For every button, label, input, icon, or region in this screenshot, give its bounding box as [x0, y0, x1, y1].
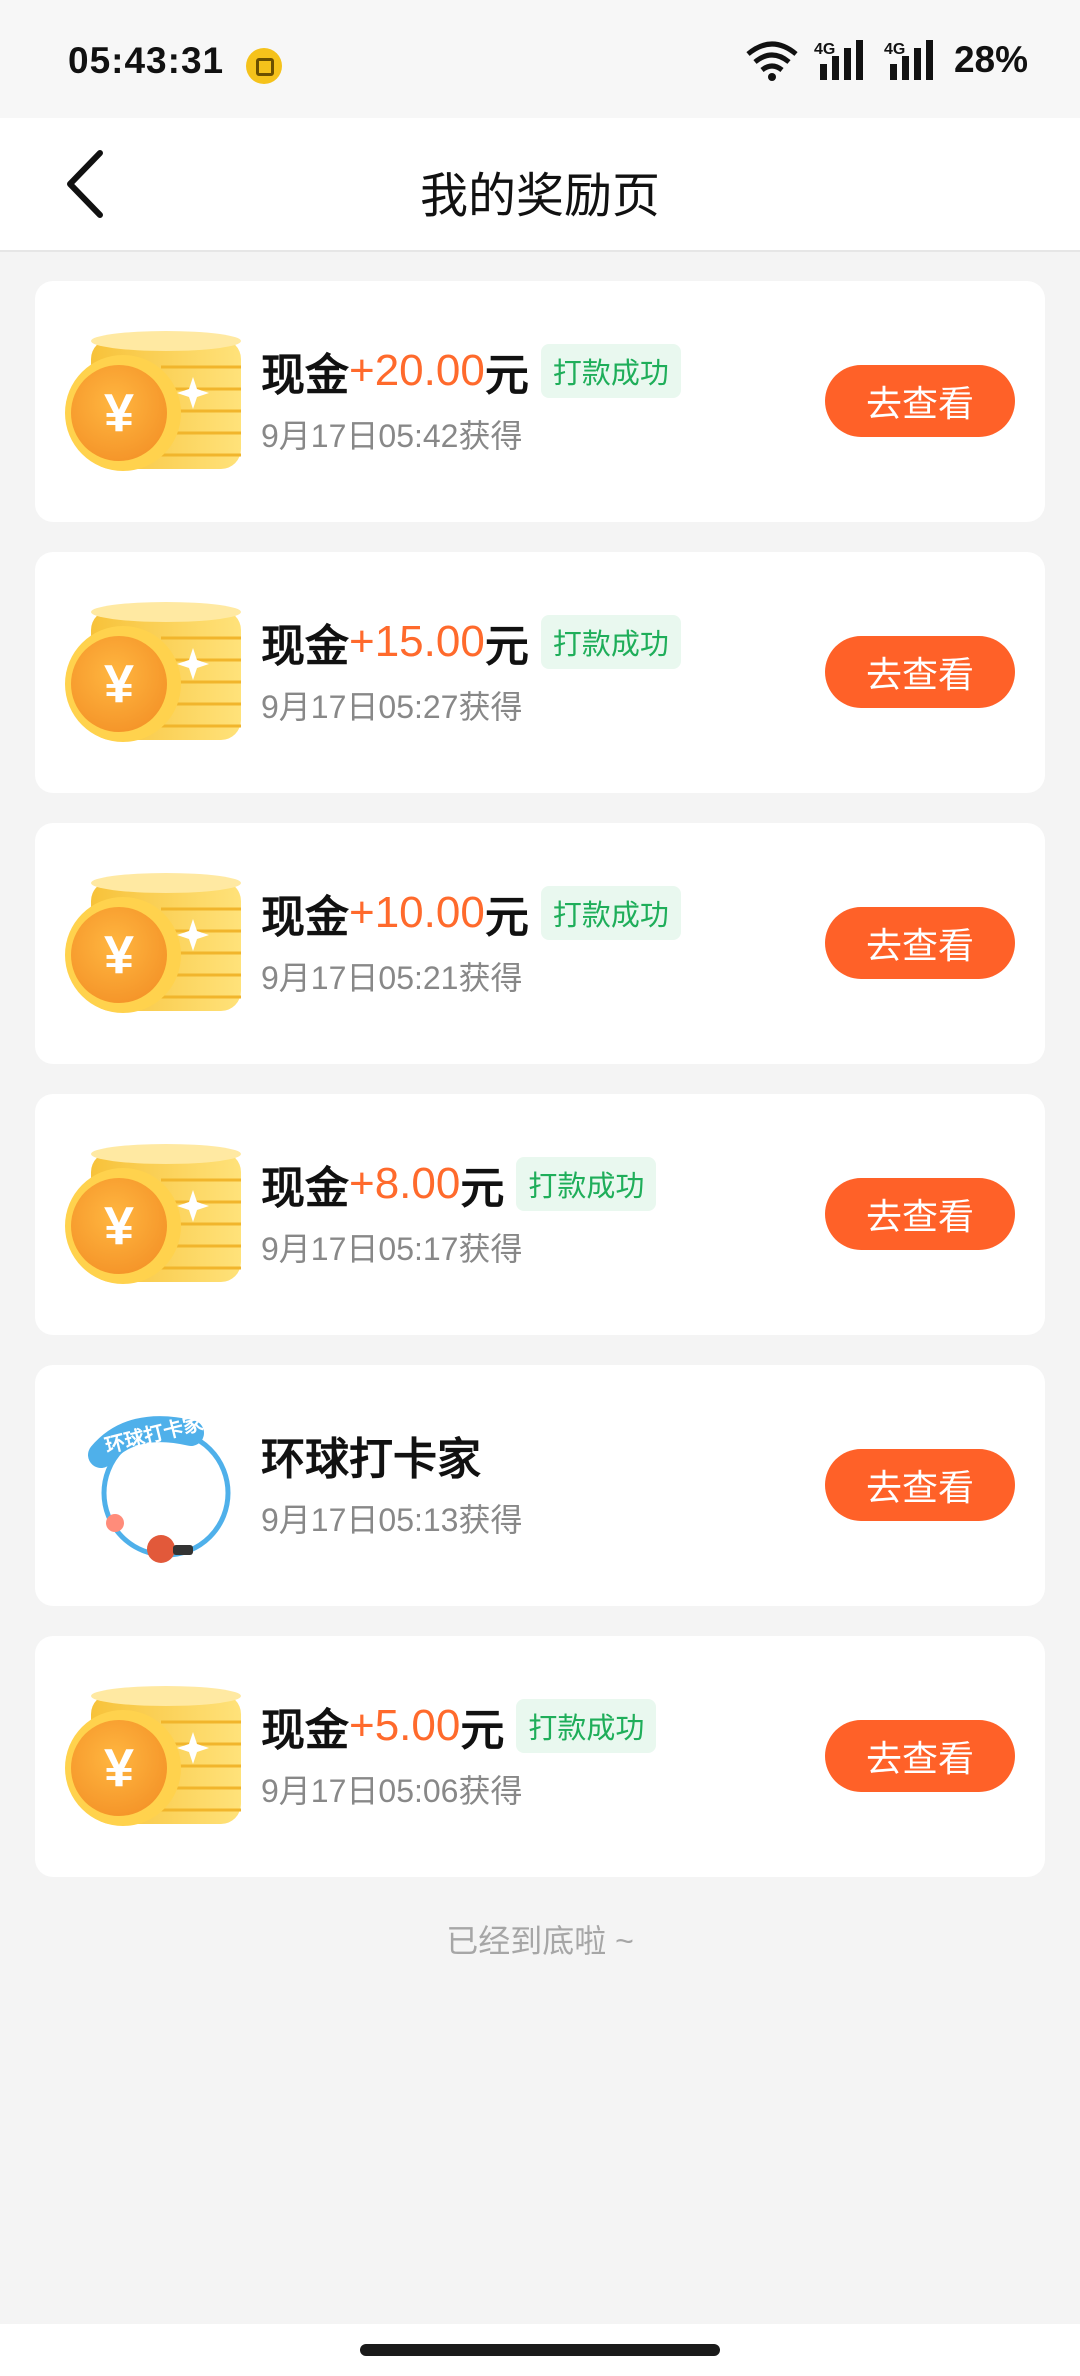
end-of-list-text: 已经到底啦 ~	[446, 1923, 634, 1959]
coin-stack-icon: ¥	[65, 1144, 241, 1284]
reward-label: 环球打卡家	[261, 1435, 481, 1484]
coin-stack-icon: ¥	[65, 873, 241, 1013]
page-title: 我的奖励页	[419, 170, 660, 223]
coin-stack-icon: ¥	[65, 602, 241, 742]
view-button[interactable]: 去查看	[825, 1449, 1015, 1521]
reward-card: ¥ 现金 +20.00 元打款成功 9月17日05:42获得 去查看	[35, 281, 1045, 522]
reward-label: 现金	[261, 1164, 349, 1213]
svg-text:¥: ¥	[104, 654, 134, 714]
reward-info: 现金 +8.00 元打款成功 9月17日05:17获得	[261, 1152, 657, 1270]
status-time: 05:43:31	[68, 40, 225, 81]
reward-card: ¥ 现金 +10.00 元打款成功 9月17日05:21获得 去查看	[35, 823, 1045, 1064]
status-badge: 打款成功	[516, 1699, 657, 1753]
reward-info: 现金 +5.00 元打款成功 9月17日05:06获得	[261, 1694, 657, 1812]
home-indicator[interactable]	[360, 2344, 720, 2356]
avatar-frame-icon: 环球打卡家	[88, 1411, 231, 1563]
reward-time: 9月17日05:06获得	[261, 1773, 523, 1809]
reward-amount: +15.00	[349, 617, 485, 666]
view-button[interactable]: 去查看	[825, 907, 1015, 979]
view-button[interactable]: 去查看	[825, 365, 1015, 437]
reward-time: 9月17日05:17获得	[261, 1231, 523, 1267]
reward-info: 现金 +15.00 元打款成功 9月17日05:27获得	[261, 610, 681, 728]
reward-title-line: 现金 +10.00 元打款成功	[261, 881, 681, 945]
network-label-2: 4G	[884, 41, 905, 58]
reward-title-line: 现金 +8.00 元打款成功	[261, 1152, 657, 1216]
battery-level: 28%	[953, 39, 1028, 80]
reward-label: 现金	[261, 622, 349, 671]
reward-title-line: 环球打卡家	[261, 1423, 522, 1487]
reward-label: 现金	[261, 893, 349, 942]
reward-time: 9月17日05:27获得	[261, 689, 523, 725]
reward-card: ¥ 现金 +8.00 元打款成功 9月17日05:17获得 去查看	[35, 1094, 1045, 1335]
status-badge: 打款成功	[540, 886, 681, 940]
reward-amount: +8.00	[349, 1159, 461, 1208]
reward-amount: +10.00	[349, 888, 485, 937]
reward-time: 9月17日05:13获得	[261, 1502, 523, 1538]
network-label-1: 4G	[814, 41, 835, 58]
reward-list: ¥ 现金 +20.00 元打款成功 9月17日05:42获得 去查看 ¥ 现金 +15.00 元打…	[35, 281, 1045, 1907]
svg-text:¥: ¥	[104, 383, 134, 443]
reward-card: ¥ 现金 +15.00 元打款成功 9月17日05:27获得 去查看	[35, 552, 1045, 793]
reward-title-line: 现金 +5.00 元打款成功	[261, 1694, 657, 1758]
reward-info: 环球打卡家 9月17日05:13获得	[261, 1423, 522, 1541]
reward-title-line: 现金 +15.00 元打款成功	[261, 610, 681, 674]
reward-label: 现金	[261, 1706, 349, 1755]
reward-info: 现金 +10.00 元打款成功 9月17日05:21获得	[261, 881, 681, 999]
reward-time: 9月17日05:21获得	[261, 960, 523, 996]
status-badge: 打款成功	[540, 615, 681, 669]
reward-card: 环球打卡家 环球打卡家 9月17日05:13获得 去查看	[35, 1365, 1045, 1606]
reward-unit: 元	[460, 1706, 505, 1755]
wifi-icon	[746, 41, 798, 81]
reward-unit: 元	[484, 351, 529, 400]
reward-unit: 元	[484, 622, 529, 671]
status-badge: 打款成功	[516, 1157, 657, 1211]
reward-unit: 元	[484, 893, 529, 942]
view-button[interactable]: 去查看	[825, 1178, 1015, 1250]
svg-text:¥: ¥	[104, 1196, 134, 1256]
view-button[interactable]: 去查看	[825, 1720, 1015, 1792]
view-button[interactable]: 去查看	[825, 636, 1015, 708]
status-badge: 打款成功	[540, 344, 681, 398]
gesture-bar	[0, 2324, 1080, 2376]
nav-bar: 我的奖励页	[0, 118, 1080, 252]
svg-text:¥: ¥	[104, 1738, 134, 1798]
reward-unit: 元	[460, 1164, 505, 1213]
reward-card: ¥ 现金 +5.00 元打款成功 9月17日05:06获得 去查看	[35, 1636, 1045, 1877]
reward-label: 现金	[261, 351, 349, 400]
status-bar: 05:43:31 4G 4G 28%	[0, 0, 1080, 118]
svg-text:¥: ¥	[104, 925, 134, 985]
reward-title-line: 现金 +20.00 元打款成功	[261, 339, 681, 403]
reward-time: 9月17日05:42获得	[261, 418, 523, 454]
coin-stack-icon: ¥	[65, 1686, 241, 1826]
signal-4g-icon: 4G	[814, 40, 863, 80]
notification-icon	[246, 48, 282, 84]
reward-amount: +20.00	[349, 346, 485, 395]
reward-info: 现金 +20.00 元打款成功 9月17日05:42获得	[261, 339, 681, 457]
coin-stack-icon: ¥	[65, 331, 241, 471]
status-indicators: 4G 4G 28%	[744, 38, 1028, 82]
signal-4g-icon-2: 4G	[884, 40, 933, 80]
reward-amount: +5.00	[349, 1701, 461, 1750]
